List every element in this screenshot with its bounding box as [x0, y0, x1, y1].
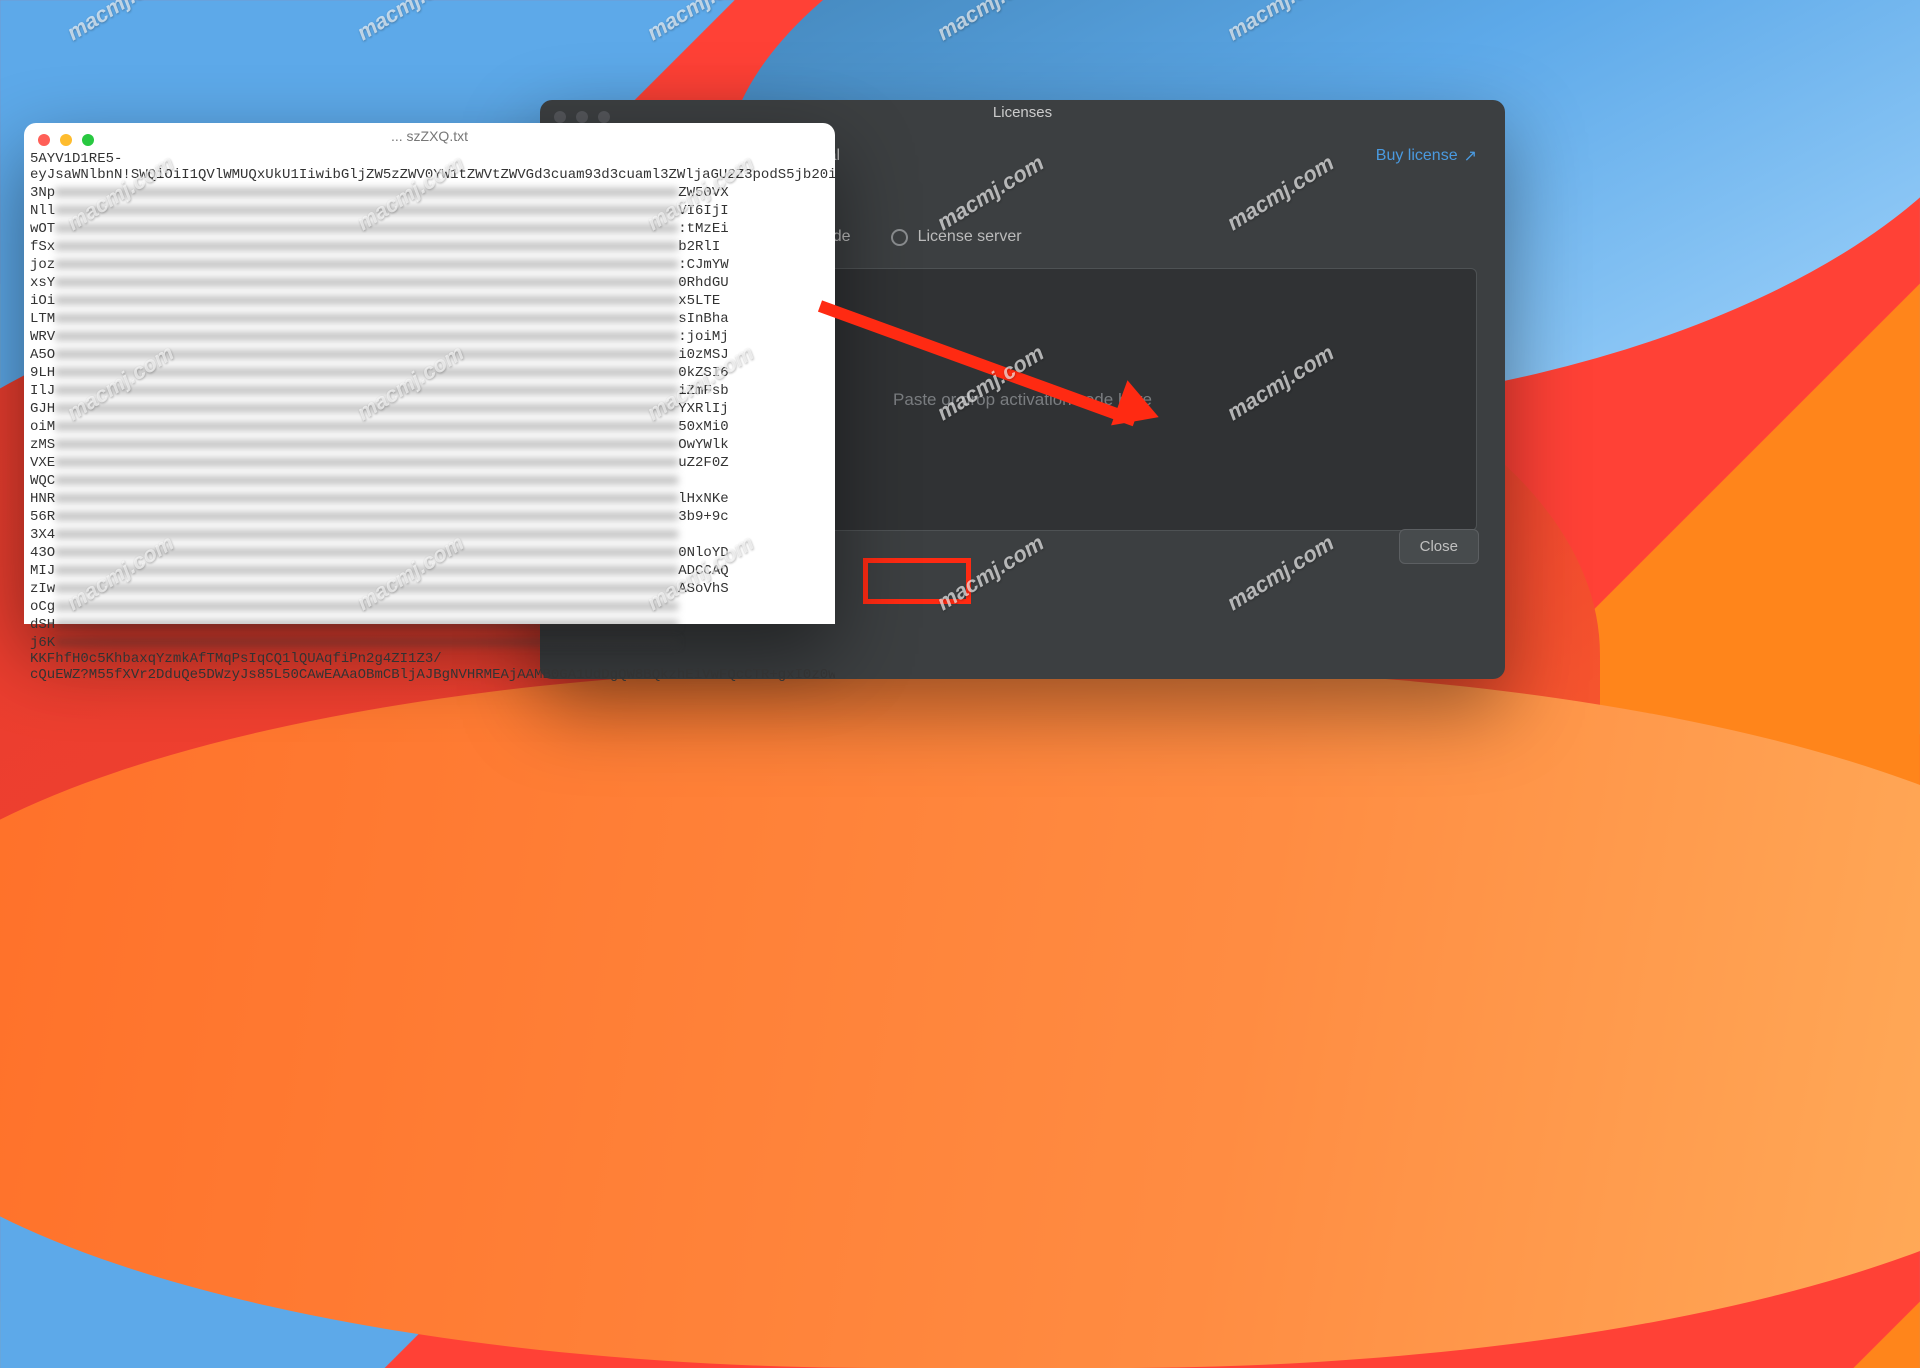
traffic-max[interactable] [82, 134, 94, 146]
buy-license-label: Buy license [1376, 147, 1458, 165]
window-controls [554, 111, 610, 123]
traffic-max[interactable] [598, 111, 610, 123]
textedit-window: ... szZXQ.txt 5AYV1D1RE5- eyJsaWNlbnN!SW… [24, 123, 835, 624]
window-controls [38, 134, 94, 146]
watermark: macmj.com [352, 0, 468, 46]
traffic-close[interactable] [38, 134, 50, 146]
close-button[interactable]: Close [1399, 529, 1479, 564]
licenses-title: Licenses [540, 100, 1505, 124]
traffic-min[interactable] [60, 134, 72, 146]
activation-code-placeholder: Paste or drop activation code here [893, 390, 1152, 410]
radio-icon [891, 229, 908, 246]
textedit-filename: ... szZXQ.txt [24, 123, 835, 149]
external-link-icon: ↗ [1464, 146, 1477, 166]
license-server-label: License server [918, 228, 1022, 246]
text-content[interactable]: 5AYV1D1RE5- eyJsaWNlbnN!SWQiOiI1QVlWMUQx… [24, 149, 835, 685]
license-server-option[interactable]: License server [891, 228, 1022, 246]
traffic-close[interactable] [554, 111, 566, 123]
watermark: macmj.com [642, 0, 758, 46]
traffic-min[interactable] [576, 111, 588, 123]
watermark: macmj.com [62, 0, 178, 46]
buy-license-link[interactable]: Buy license ↗ [1376, 146, 1477, 166]
